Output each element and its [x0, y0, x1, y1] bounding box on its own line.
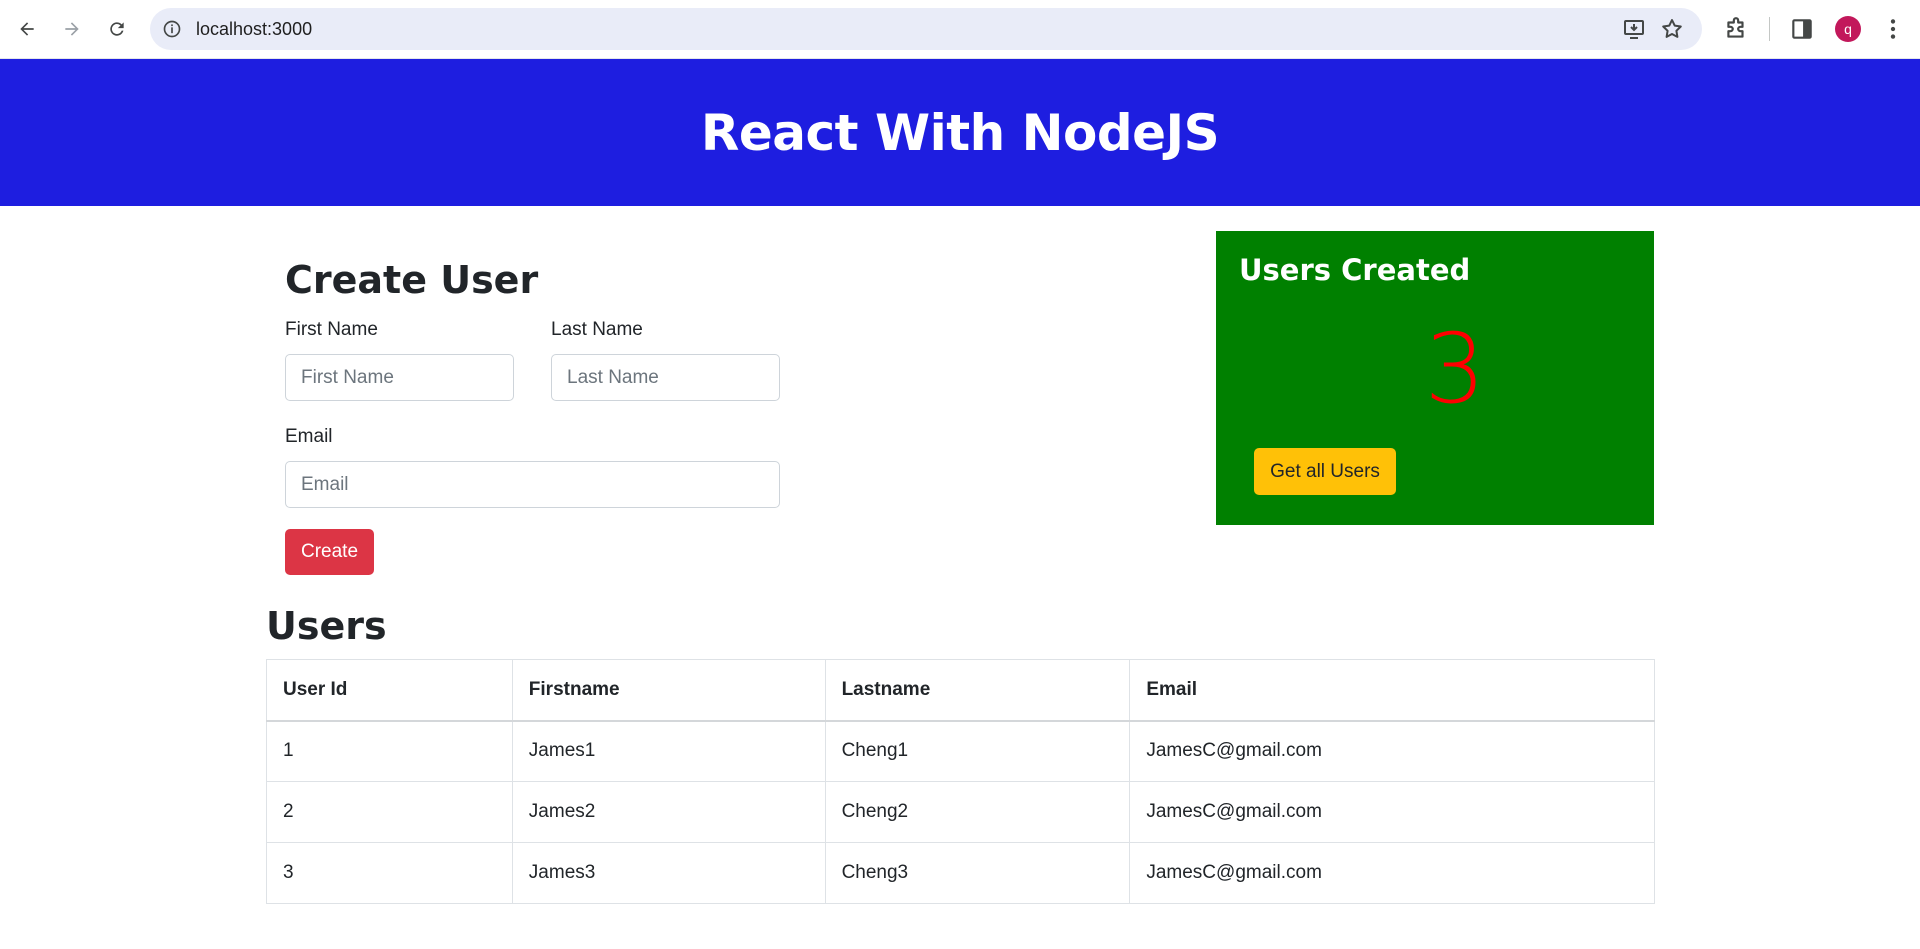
- bookmark-star-icon[interactable]: [1660, 17, 1684, 41]
- cell-lastname: Cheng3: [824, 842, 1131, 904]
- cell-email: JamesC@gmail.com: [1129, 720, 1655, 782]
- url-text: localhost:3000: [196, 19, 313, 39]
- table-row: 1 James1 Cheng1 JamesC@gmail.com: [266, 720, 1655, 782]
- get-all-users-button[interactable]: Get all Users: [1254, 448, 1396, 495]
- back-button[interactable]: [10, 12, 44, 46]
- site-info-icon[interactable]: [162, 19, 182, 39]
- back-icon: [20, 22, 34, 36]
- column-header-email: Email: [1129, 659, 1655, 722]
- menu-icon[interactable]: [1880, 16, 1906, 42]
- users-created-panel: Users Created 3 Get all Users: [1216, 231, 1654, 525]
- reload-button[interactable]: [100, 12, 134, 46]
- create-user-title: Create User: [285, 258, 539, 302]
- cell-email: JamesC@gmail.com: [1129, 781, 1655, 843]
- users-section-title: Users: [266, 604, 387, 648]
- email-input[interactable]: [285, 461, 780, 508]
- table-header-row: User Id Firstname Lastname Email: [266, 659, 1655, 722]
- cell-firstname: James2: [511, 781, 826, 843]
- address-bar[interactable]: localhost:3000: [150, 8, 1702, 50]
- table-row: 3 James3 Cheng3 JamesC@gmail.com: [266, 842, 1655, 904]
- last-name-input[interactable]: [551, 354, 780, 401]
- table-row: 2 James2 Cheng2 JamesC@gmail.com: [266, 781, 1655, 843]
- reload-icon: [110, 22, 124, 36]
- cell-lastname: Cheng2: [824, 781, 1131, 843]
- extensions-icon[interactable]: [1723, 16, 1749, 42]
- last-name-label: Last Name: [551, 319, 643, 340]
- email-label: Email: [285, 426, 333, 447]
- cell-firstname: James1: [511, 720, 826, 782]
- column-header-lastname: Lastname: [824, 659, 1131, 722]
- create-button[interactable]: Create: [285, 529, 374, 575]
- cell-user-id: 2: [266, 781, 513, 843]
- column-header-user-id: User Id: [266, 659, 513, 722]
- page-header: React With NodeJS: [0, 59, 1920, 206]
- side-panel-icon[interactable]: [1789, 16, 1815, 42]
- users-table: User Id Firstname Lastname Email 1 James…: [266, 659, 1655, 904]
- cell-user-id: 3: [266, 842, 513, 904]
- cell-user-id: 1: [266, 720, 513, 782]
- forward-icon: [65, 22, 79, 36]
- toolbar-divider: [1769, 17, 1770, 41]
- users-created-title: Users Created: [1239, 253, 1471, 287]
- first-name-label: First Name: [285, 319, 378, 340]
- forward-button[interactable]: [55, 12, 89, 46]
- cell-firstname: James3: [511, 842, 826, 904]
- profile-avatar[interactable]: q: [1835, 16, 1861, 42]
- cell-lastname: Cheng1: [824, 720, 1131, 782]
- page-title: React With NodeJS: [700, 103, 1220, 162]
- browser-toolbar: localhost:3000 q: [0, 0, 1920, 59]
- column-header-firstname: Firstname: [511, 659, 826, 722]
- cell-email: JamesC@gmail.com: [1129, 842, 1655, 904]
- first-name-input[interactable]: [285, 354, 514, 401]
- users-created-count: 3: [1424, 313, 1486, 425]
- install-app-icon[interactable]: [1622, 17, 1646, 41]
